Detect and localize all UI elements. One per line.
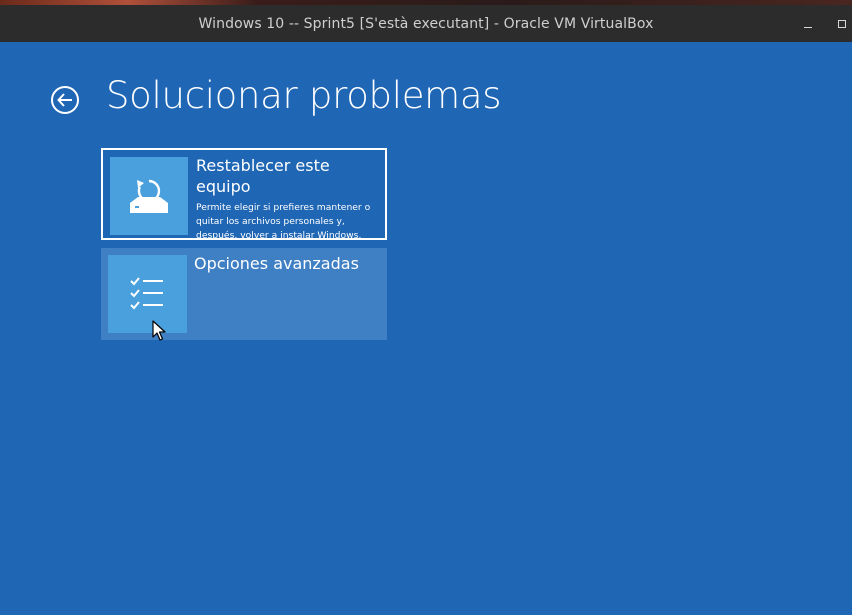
window-title: Windows 10 -- Sprint5 [S'està executant]… <box>198 15 654 32</box>
option-reset-description: Permite elegir si prefieres mantener o q… <box>196 202 371 241</box>
troubleshoot-screen: Solucionar problemas Restablecer este eq… <box>0 42 852 615</box>
mouse-pointer-icon <box>152 320 166 341</box>
option-reset-pc[interactable]: Restablecer este equipo Permite elegir s… <box>101 148 387 241</box>
option-reset-title: Restablecer este equipo <box>196 156 330 196</box>
option-advanced-title: Opciones avanzadas <box>194 254 359 273</box>
minimize-icon[interactable] <box>802 18 814 30</box>
maximize-icon[interactable] <box>836 18 848 30</box>
option-advanced-options[interactable]: Opciones avanzadas <box>101 248 387 340</box>
page-title: Solucionar problemas <box>106 74 502 117</box>
back-arrow-circle-icon <box>51 86 79 114</box>
reset-pc-icon <box>110 157 188 235</box>
checklist-icon <box>108 255 187 333</box>
window-titlebar[interactable]: Windows 10 -- Sprint5 [S'està executant]… <box>0 5 852 42</box>
back-button[interactable] <box>50 85 80 115</box>
window-controls <box>802 5 848 42</box>
